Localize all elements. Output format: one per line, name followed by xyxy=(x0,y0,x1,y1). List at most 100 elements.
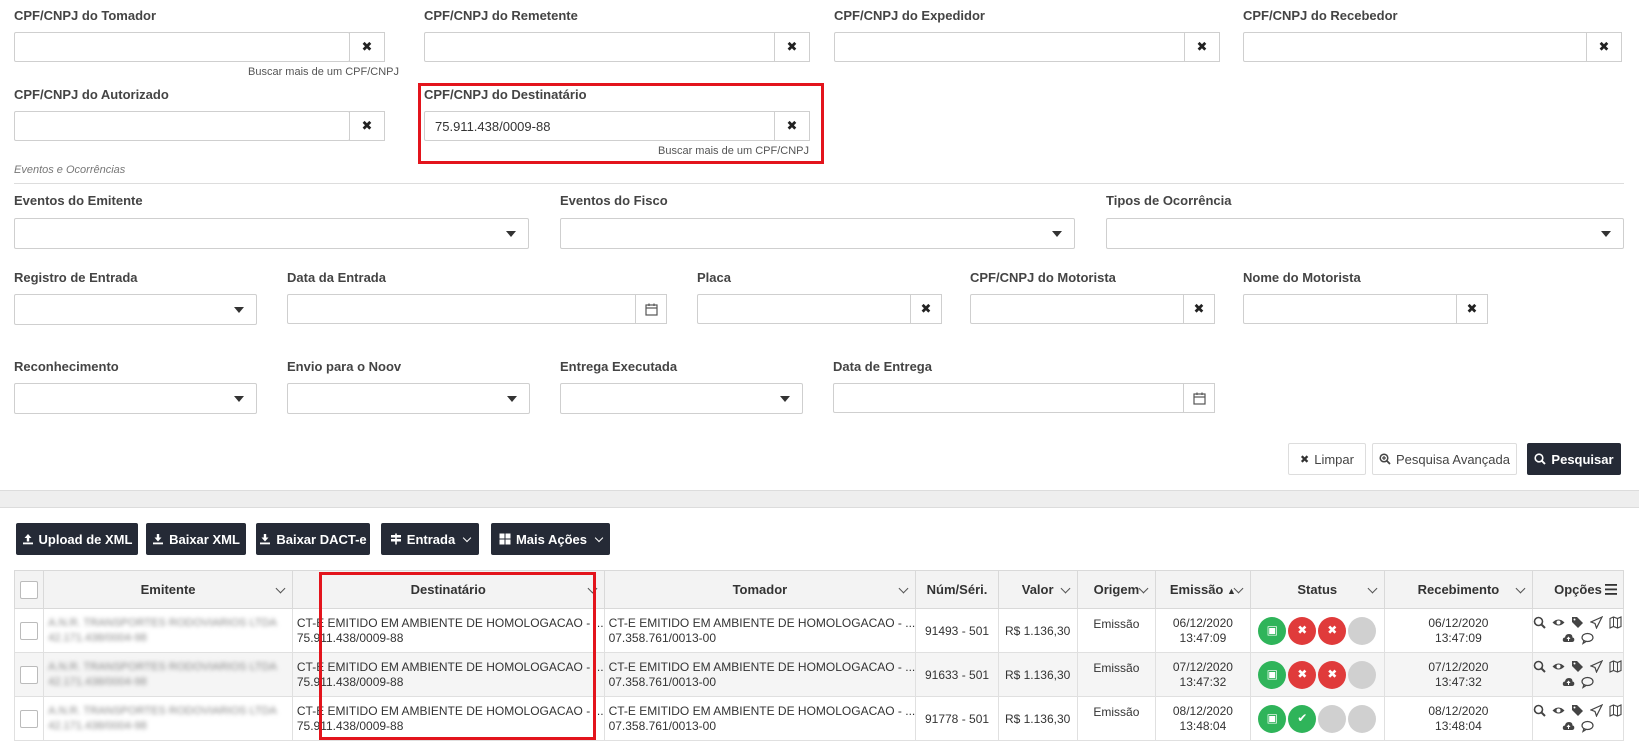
remetente-clear-button[interactable]: ✖ xyxy=(774,32,810,62)
nome-motorista-clear-button[interactable]: ✖ xyxy=(1456,294,1488,324)
reconhecimento-select[interactable] xyxy=(14,383,257,414)
pesquisar-button[interactable]: Pesquisar xyxy=(1527,443,1621,475)
col-recebimento[interactable]: Recebimento xyxy=(1383,570,1533,609)
col-origem[interactable]: Origem xyxy=(1076,570,1157,609)
paper-plane-icon[interactable] xyxy=(1590,704,1604,717)
autorizado-clear-button[interactable]: ✖ xyxy=(349,111,385,141)
row-checkbox[interactable] xyxy=(20,709,39,728)
data-entrega-calendar-button[interactable] xyxy=(1183,383,1215,413)
paper-plane-icon[interactable] xyxy=(1590,616,1604,629)
cloud-upload-icon[interactable] xyxy=(1562,632,1575,645)
col-emitente[interactable]: Emitente xyxy=(43,570,293,609)
close-icon: ✖ xyxy=(361,118,373,133)
cpf-motorista-input[interactable] xyxy=(970,294,1185,324)
chevron-down-icon[interactable] xyxy=(1138,583,1149,594)
error-status-icon[interactable]: ✖ xyxy=(1318,616,1347,645)
tags-icon[interactable] xyxy=(1571,660,1584,673)
limpar-button[interactable]: ✖ Limpar xyxy=(1288,443,1366,475)
entrada-dropdown-button[interactable]: Entrada xyxy=(381,523,479,555)
comment-icon[interactable] xyxy=(1581,632,1594,645)
tags-icon[interactable] xyxy=(1571,704,1584,717)
tomador-input[interactable] xyxy=(14,32,350,62)
baixar-dacte-button[interactable]: Baixar DACT-e xyxy=(256,523,370,555)
row-checkbox[interactable] xyxy=(20,665,39,684)
chevron-down-icon[interactable] xyxy=(1367,583,1378,594)
expedidor-clear-button[interactable]: ✖ xyxy=(1184,32,1220,62)
destinatario-clear-button[interactable]: ✖ xyxy=(774,111,810,141)
select-all-checkbox[interactable] xyxy=(20,580,39,599)
select-all-header[interactable] xyxy=(13,570,45,609)
remetente-input[interactable] xyxy=(424,32,776,62)
row-select-cell[interactable] xyxy=(13,696,45,741)
col-status[interactable]: Status xyxy=(1249,570,1385,609)
cpf-motorista-clear-button[interactable]: ✖ xyxy=(1183,294,1215,324)
destinatario-multi-search-link[interactable]: Buscar mais de um CPF/CNPJ xyxy=(658,145,809,157)
nome-motorista-input[interactable] xyxy=(1243,294,1458,324)
placa-input[interactable] xyxy=(697,294,912,324)
upload-xml-button[interactable]: Upload de XML xyxy=(16,523,138,555)
pesquisa-avancada-button[interactable]: Pesquisa Avançada xyxy=(1372,443,1517,475)
eye-icon[interactable] xyxy=(1552,660,1565,673)
envio-noov-select[interactable] xyxy=(287,383,530,414)
recebedor-clear-button[interactable]: ✖ xyxy=(1586,32,1622,62)
registro-entrada-select[interactable] xyxy=(14,294,257,325)
eye-icon[interactable] xyxy=(1552,616,1565,629)
search-icon[interactable] xyxy=(1533,660,1547,673)
col-valor[interactable]: Valor xyxy=(997,570,1078,609)
placa-clear-button[interactable]: ✖ xyxy=(910,294,942,324)
eventos-fisco-label: Eventos do Fisco xyxy=(560,193,668,208)
document-status-icon[interactable]: ▣ xyxy=(1258,704,1287,733)
error-status-icon[interactable]: ✖ xyxy=(1288,660,1317,689)
col-num-serie[interactable]: Núm/Séri. xyxy=(915,570,999,609)
cloud-upload-icon[interactable] xyxy=(1562,676,1575,689)
map-icon[interactable] xyxy=(1609,660,1623,673)
cloud-upload-icon[interactable] xyxy=(1562,720,1575,733)
chevron-down-icon[interactable] xyxy=(1515,583,1526,594)
autorizado-input[interactable] xyxy=(14,111,350,141)
col-opcoes[interactable]: Opções xyxy=(1531,570,1625,609)
entrega-executada-select[interactable] xyxy=(560,383,803,414)
document-status-icon[interactable]: ▣ xyxy=(1258,660,1287,689)
caret-down-icon xyxy=(1052,231,1062,237)
baixar-xml-button[interactable]: Baixar XML xyxy=(146,523,246,555)
col-tomador[interactable]: Tomador xyxy=(603,570,917,609)
expedidor-input[interactable] xyxy=(834,32,1186,62)
chevron-down-icon[interactable] xyxy=(1060,583,1070,594)
row-select-cell[interactable] xyxy=(13,608,45,653)
eventos-emitente-select[interactable] xyxy=(14,218,529,249)
search-icon[interactable] xyxy=(1533,616,1547,629)
data-entrada-calendar-button[interactable] xyxy=(635,294,667,324)
table-row[interactable]: A.N.R. TRANSPORTES RODOVIARIOS LTDA 42.17… xyxy=(13,608,1625,653)
table-row[interactable]: A.N.R. TRANSPORTES RODOVIARIOS LTDA 42.17… xyxy=(13,652,1625,697)
map-icon[interactable] xyxy=(1609,704,1623,717)
document-status-icon[interactable]: ▣ xyxy=(1258,616,1287,645)
paper-plane-icon[interactable] xyxy=(1590,660,1604,673)
error-status-icon[interactable]: ✖ xyxy=(1318,660,1347,689)
mais-acoes-dropdown-button[interactable]: Mais Ações xyxy=(491,523,610,555)
data-entrega-input[interactable] xyxy=(833,383,1185,413)
caret-down-icon xyxy=(506,231,516,237)
menu-icon[interactable] xyxy=(1605,584,1617,595)
comment-icon[interactable] xyxy=(1581,720,1594,733)
comment-icon[interactable] xyxy=(1581,676,1594,689)
recebedor-input[interactable] xyxy=(1243,32,1595,62)
col-emissao[interactable]: Emissão ▲ xyxy=(1155,570,1251,609)
search-icon[interactable] xyxy=(1533,704,1547,717)
tomador-multi-search-link[interactable]: Buscar mais de um CPF/CNPJ xyxy=(248,66,399,78)
table-row[interactable]: A.N.R. TRANSPORTES RODOVIARIOS LTDA 42.17… xyxy=(13,696,1625,741)
error-status-icon[interactable]: ✖ xyxy=(1288,616,1317,645)
chevron-down-icon[interactable] xyxy=(275,583,286,594)
row-checkbox[interactable] xyxy=(20,621,39,640)
tipos-ocorrencia-select[interactable] xyxy=(1106,218,1624,249)
emissao-time: 13:47:32 xyxy=(1179,674,1227,689)
destinatario-input[interactable] xyxy=(424,111,776,141)
success-status-icon[interactable]: ✔ xyxy=(1288,704,1317,733)
tags-icon[interactable] xyxy=(1571,616,1584,629)
eye-icon[interactable] xyxy=(1552,704,1565,717)
chevron-down-icon[interactable] xyxy=(898,583,909,594)
data-entrada-input[interactable] xyxy=(287,294,637,324)
eventos-fisco-select[interactable] xyxy=(560,218,1075,249)
map-icon[interactable] xyxy=(1609,616,1623,629)
row-select-cell[interactable] xyxy=(13,652,45,697)
tomador-clear-button[interactable]: ✖ xyxy=(349,32,385,62)
